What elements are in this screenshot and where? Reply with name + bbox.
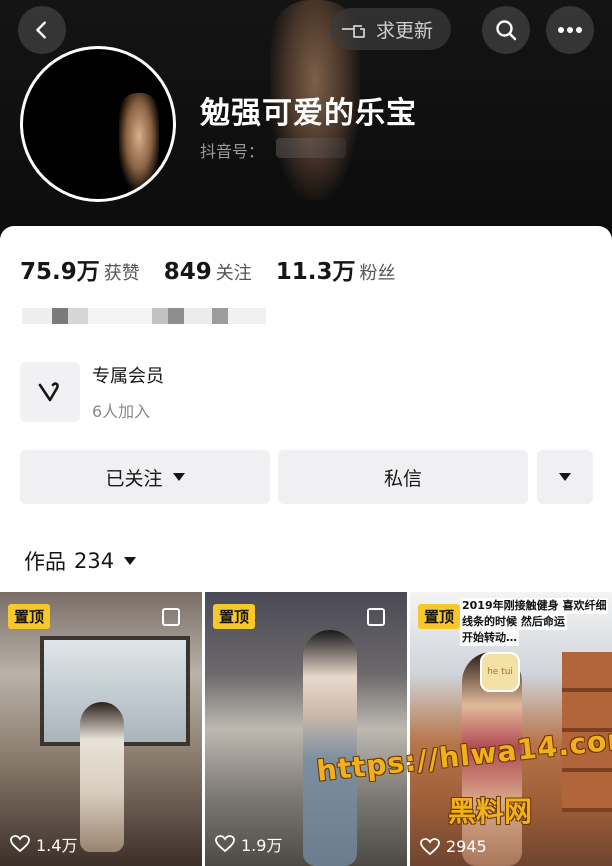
pinned-badge: 置顶 [418, 604, 461, 629]
pinned-badge: 置顶 [213, 604, 256, 629]
likes-value: 1.4万 [36, 836, 78, 855]
profile-actions: 已关注 私信 [20, 450, 593, 504]
profile-header: 求更新 勉强可爱的乐宝 抖音号： [0, 0, 612, 240]
video-thumbnail[interactable]: 置顶 1.4万 [0, 592, 202, 866]
caption-line: 开始转动… [460, 630, 519, 646]
watermark-site: 黑料网 [448, 795, 533, 828]
stat-following-label: 关注 [215, 263, 252, 284]
likes-count: 1.9万 [215, 832, 282, 856]
tab-works[interactable]: 作品 234 [24, 546, 137, 576]
v-heart-icon [38, 382, 59, 402]
request-update-button[interactable]: 求更新 [330, 8, 452, 50]
pinned-badge: 置顶 [8, 604, 51, 629]
person-figure [303, 630, 357, 866]
likes-value: 2945 [446, 837, 487, 856]
heart-icon [215, 835, 235, 853]
stat-following[interactable]: 849 关注 [164, 259, 252, 285]
caret-down-icon [172, 473, 185, 481]
followed-button[interactable]: 已关注 [20, 450, 270, 504]
pointing-hand-icon [342, 25, 365, 38]
ellipsis-icon [558, 27, 582, 33]
message-label: 私信 [383, 467, 422, 490]
exclusive-membership[interactable]: 专属会员 6人加入 [20, 362, 164, 422]
video-caption: 2019年刚接触健身 喜欢纤细 线条的时候 然后命运 开始转动… [460, 598, 610, 646]
caret-down-icon [559, 473, 571, 481]
membership-logo-icon [20, 362, 80, 422]
heart-icon [420, 837, 440, 855]
stat-likes[interactable]: 75.9万 获赞 [20, 252, 140, 286]
stat-followers[interactable]: 11.3万 粉丝 [276, 252, 396, 286]
profile-card: 75.9万 获赞 849 关注 11.3万 粉丝 专属会员 6人加入 已关注 私… [0, 226, 612, 866]
request-update-label: 求更新 [376, 19, 434, 42]
search-icon [496, 20, 517, 41]
membership-title: 专属会员 [92, 366, 164, 387]
douyin-id-label: 抖音号： [200, 142, 265, 161]
caption-line: 2019年刚接触健身 喜欢纤细 [460, 598, 609, 614]
message-button[interactable]: 私信 [278, 450, 528, 504]
more-options-button[interactable] [546, 6, 594, 54]
stat-followers-label: 粉丝 [359, 263, 396, 284]
likes-count: 1.4万 [10, 832, 77, 856]
multi-image-icon [162, 608, 180, 626]
caret-down-icon [124, 557, 137, 565]
likes-value: 1.9万 [241, 836, 283, 855]
bio-redacted [22, 308, 266, 324]
back-button[interactable] [18, 6, 66, 54]
followed-label: 已关注 [105, 467, 163, 490]
profile-nickname: 勉强可爱的乐宝 [200, 96, 417, 131]
avatar[interactable] [20, 46, 176, 202]
profile-stats: 75.9万 获赞 849 关注 11.3万 粉丝 [20, 252, 420, 286]
works-count: 234 [74, 549, 115, 573]
stat-likes-label: 获赞 [103, 263, 140, 284]
person-figure [80, 702, 124, 852]
search-button[interactable] [482, 6, 530, 54]
stat-likes-value: 75.9万 [20, 259, 100, 285]
face-sticker: he tui [480, 652, 520, 692]
chevron-left-icon [36, 21, 46, 39]
likes-count: 2945 [420, 837, 487, 856]
heart-icon [10, 835, 30, 853]
membership-subtitle: 6人加入 [92, 402, 151, 421]
stat-following-value: 849 [163, 259, 212, 285]
multi-image-icon [367, 608, 385, 626]
avatar-photo [119, 93, 159, 189]
video-thumbnail[interactable]: 置顶 1.9万 [205, 592, 407, 866]
stat-followers-value: 11.3万 [275, 259, 356, 285]
more-actions-button[interactable] [537, 450, 593, 504]
caption-line: 线条的时候 然后命运 [460, 614, 567, 630]
works-tab-label: 作品 [24, 550, 66, 574]
douyin-id-redacted [276, 138, 346, 158]
